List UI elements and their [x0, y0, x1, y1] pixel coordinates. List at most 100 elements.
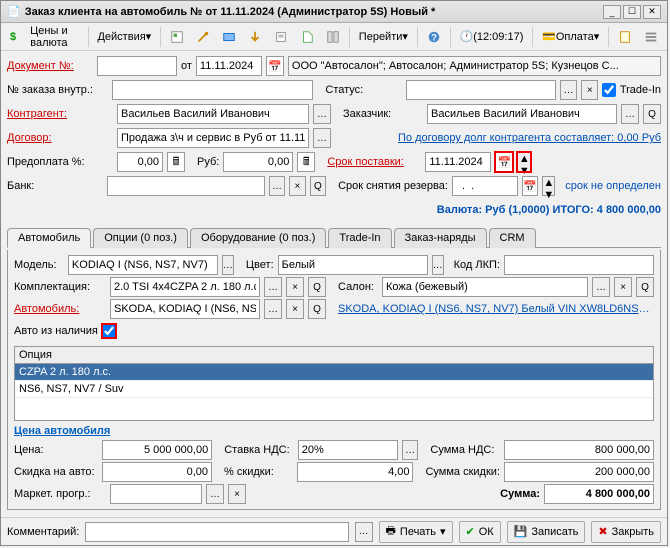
bank-label: Банк:: [7, 180, 103, 192]
customer-input[interactable]: [427, 104, 617, 124]
grid-row[interactable]: CZPA 2 л. 180 л.с.: [15, 364, 653, 381]
vat-input[interactable]: [298, 440, 398, 460]
tab-auto[interactable]: Автомобиль: [7, 228, 91, 248]
prices-button[interactable]: $Цены и валюта: [5, 26, 84, 48]
model-label: Модель:: [14, 259, 64, 271]
salon-input[interactable]: [382, 277, 588, 297]
rub-calc-button[interactable]: 🖩: [297, 152, 315, 172]
currency-total: Валюта: Руб (1,0000) ИТОГО: 4 800 000,00: [437, 204, 661, 216]
prepay-calc-button[interactable]: 🖩: [167, 152, 185, 172]
status-input[interactable]: [406, 80, 556, 100]
inner-no-input[interactable]: [112, 80, 313, 100]
auto-select-button[interactable]: …: [264, 299, 282, 319]
debt-link[interactable]: По договору долг контрагента составляет:…: [349, 132, 661, 144]
options-grid: Опция CZPA 2 л. 180 л.с. NS6, NS7, NV7 /…: [14, 346, 654, 421]
comment-select-button[interactable]: …: [355, 522, 373, 542]
ok-button[interactable]: ✔ОК: [459, 521, 501, 543]
reserve-spin[interactable]: ▲▼: [542, 176, 555, 196]
status-label: Статус:: [325, 84, 401, 96]
delivery-date-input[interactable]: [425, 152, 491, 172]
disc-pct-input[interactable]: [297, 462, 413, 482]
bank-clear-button[interactable]: ×: [289, 176, 305, 196]
clock-button[interactable]: 🕐 (12:09:17): [455, 26, 529, 48]
maximize-button[interactable]: ☐: [623, 5, 641, 19]
compl-select-button[interactable]: …: [264, 277, 282, 297]
prepay-pct-input[interactable]: [117, 152, 163, 172]
actions-button[interactable]: Действия ▾: [92, 26, 156, 48]
tool-6[interactable]: [295, 26, 319, 48]
auto-input[interactable]: [110, 299, 260, 319]
close-window-button[interactable]: ✕: [643, 5, 661, 19]
status-select-button[interactable]: …: [560, 80, 577, 100]
auto-open-button[interactable]: Q: [308, 299, 326, 319]
bank-open-button[interactable]: Q: [310, 176, 326, 196]
marketing-label: Маркет. прогр.:: [14, 488, 106, 500]
color-input[interactable]: [278, 255, 428, 275]
salon-select-button[interactable]: …: [592, 277, 610, 297]
payment-button[interactable]: 💳Оплата ▾: [537, 26, 604, 48]
vat-sum-input[interactable]: [504, 440, 654, 460]
model-select-button[interactable]: …: [222, 255, 234, 275]
comment-input[interactable]: [85, 522, 348, 542]
marketing-clear-button[interactable]: ×: [228, 484, 246, 504]
total-input[interactable]: [544, 484, 654, 504]
bank-select-button[interactable]: …: [269, 176, 285, 196]
delivery-calendar-button[interactable]: 📅: [495, 152, 513, 172]
tool-5[interactable]: [269, 26, 293, 48]
doc-date-input[interactable]: [196, 56, 262, 76]
marketing-input[interactable]: [110, 484, 202, 504]
tool-notes[interactable]: [613, 26, 637, 48]
status-clear-button[interactable]: ×: [581, 80, 598, 100]
compl-open-button[interactable]: Q: [308, 277, 326, 297]
tradein-checkbox[interactable]: [602, 83, 615, 97]
tab-orders[interactable]: Заказ-наряды: [394, 228, 487, 248]
tab-equipment[interactable]: Оборудование (0 поз.): [190, 228, 326, 248]
bank-input[interactable]: [107, 176, 265, 196]
model-input[interactable]: [68, 255, 218, 275]
help-button[interactable]: ?: [422, 26, 446, 48]
price-input[interactable]: [102, 440, 212, 460]
save-button[interactable]: 💾Записать: [507, 521, 586, 543]
vat-select-button[interactable]: …: [402, 440, 419, 460]
tool-3[interactable]: [217, 26, 241, 48]
lkp-input[interactable]: [504, 255, 654, 275]
compl-clear-button[interactable]: ×: [286, 277, 304, 297]
tab-tradein[interactable]: Trade-In: [328, 228, 391, 248]
tool-4[interactable]: [243, 26, 267, 48]
tool-7[interactable]: [321, 26, 345, 48]
marketing-select-button[interactable]: …: [206, 484, 224, 504]
instock-checkbox[interactable]: [102, 324, 116, 338]
tool-2[interactable]: [191, 26, 215, 48]
color-select-button[interactable]: …: [432, 255, 444, 275]
disc-input[interactable]: [102, 462, 212, 482]
counteragent-input[interactable]: [117, 104, 309, 124]
minimize-button[interactable]: _: [603, 5, 621, 19]
tab-options[interactable]: Опции (0 поз.): [93, 228, 188, 248]
tool-1[interactable]: [165, 26, 189, 48]
check-icon: ✔: [466, 525, 475, 538]
reserve-date-input[interactable]: [452, 176, 518, 196]
print-button[interactable]: 🖶Печать ▾: [379, 521, 453, 543]
doc-number-input[interactable]: [97, 56, 177, 76]
compl-input[interactable]: [110, 277, 260, 297]
contract-input[interactable]: [117, 128, 309, 148]
customer-select-button[interactable]: …: [621, 104, 639, 124]
close-button[interactable]: ✖Закрыть: [591, 521, 661, 543]
contract-select-button[interactable]: …: [313, 128, 331, 148]
salon-open-button[interactable]: Q: [636, 277, 654, 297]
reserve-calendar-button[interactable]: 📅: [522, 176, 538, 196]
rub-input[interactable]: [223, 152, 293, 172]
auto-clear-button[interactable]: ×: [286, 299, 304, 319]
tab-crm[interactable]: CRM: [489, 228, 536, 248]
disc-sum-input[interactable]: [504, 462, 654, 482]
customer-open-button[interactable]: Q: [643, 104, 661, 124]
delivery-spin[interactable]: ▲▼: [517, 152, 531, 172]
grid-row[interactable]: NS6, NS7, NV7 / Suv: [15, 381, 653, 398]
salon-clear-button[interactable]: ×: [614, 277, 632, 297]
tool-list[interactable]: [639, 26, 663, 48]
auto-link[interactable]: SKODA, KODIAQ I (NS6, NS7, NV7) Белый VI…: [338, 303, 654, 315]
goto-button[interactable]: Перейти ▾: [354, 26, 413, 48]
counteragent-select-button[interactable]: …: [313, 104, 331, 124]
doc-date-calendar-button[interactable]: 📅: [266, 56, 284, 76]
status-bar: Комментарий: … 🖶Печать ▾ ✔ОК 💾Записать ✖…: [1, 517, 667, 545]
